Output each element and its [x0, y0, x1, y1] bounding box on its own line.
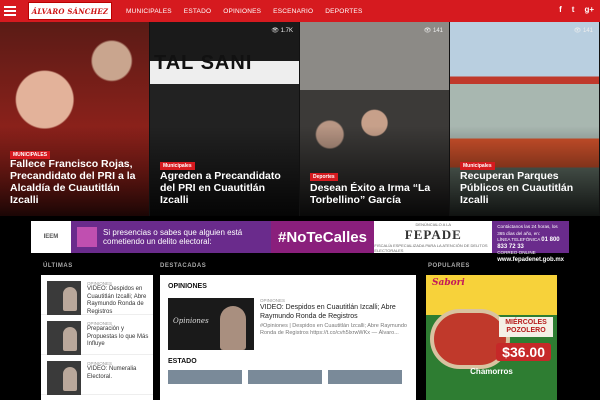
contact-line: Contáctanos las 24 horas, los 365 días d…: [497, 224, 558, 236]
featured-section: OPINIONES Opiniones OPINIONES VIDEO: Des…: [160, 275, 416, 400]
nav-item-estado[interactable]: ESTADO: [184, 8, 211, 15]
article-thumbnail[interactable]: [47, 281, 81, 315]
top-navigation-bar: ÁLVARO SÁNCHEZ MUNICIPALES ESTADO OPINIO…: [0, 0, 600, 22]
fepade-badge-icon: [76, 227, 98, 247]
list-item[interactable]: OPINIONES Preparación y Propuestas lo que…: [41, 315, 153, 355]
logo-text: ÁLVARO SÁNCHEZ: [31, 6, 109, 16]
view-count: 👁 141: [573, 28, 593, 34]
hero-title[interactable]: Fallece Francisco Rojas, Precandidato de…: [10, 158, 141, 206]
social-links: f t g+: [559, 5, 594, 14]
nav-item-deportes[interactable]: DEPORTES: [325, 8, 362, 15]
banner-text: Si presencias o sabes que alguien está c…: [103, 228, 243, 246]
hero-card[interactable]: 👁 141 Deportes Desean Éxito a Irma “La T…: [300, 22, 450, 216]
article-title[interactable]: VIDEO: Despidos en Cuautitlán Izcalli; A…: [260, 304, 408, 321]
google-plus-icon[interactable]: g+: [584, 5, 594, 14]
article-excerpt: #Opiniones | Despidos en Cuautitlán Izca…: [260, 323, 407, 336]
article-thumbnail[interactable]: [248, 370, 322, 384]
fepade-subtitle: FISCALÍA ESPECIALIZADA PARA LA ATENCIÓN …: [374, 242, 488, 253]
banner-contact: Contáctanos las 24 horas, los 365 días d…: [492, 221, 569, 263]
article-thumbnail[interactable]: [47, 321, 81, 355]
hamburger-menu-icon[interactable]: [4, 4, 18, 18]
column-heading-featured: DESTACADAS: [160, 263, 207, 269]
ad-footer-text: Chamorros: [470, 367, 513, 376]
list-item[interactable]: OPINIONES VIDEO: Despidos en Cuautitlán I…: [41, 275, 153, 315]
hero-news-grid: MUNICIPALES Fallece Francisco Rojas, Pre…: [0, 22, 600, 216]
banner-hashtag: #NoTeCalles: [270, 221, 375, 253]
featured-article[interactable]: Opiniones OPINIONES VIDEO: Despidos en C…: [168, 298, 408, 350]
hero-title[interactable]: Agreden a Precandidato del PRI en Cuauti…: [160, 170, 291, 206]
section-heading-estado[interactable]: ESTADO: [168, 358, 408, 365]
latest-news-list: OPINIONES VIDEO: Despidos en Cuautitlán I…: [41, 275, 153, 400]
twitter-icon[interactable]: t: [572, 5, 575, 14]
article-thumbnail[interactable]: [328, 370, 402, 384]
view-count: 👁 1.7K: [271, 28, 293, 34]
banner-message: Si presencias o sabes que alguien está c…: [70, 221, 271, 253]
storefront-sign: TAL SANI: [154, 52, 253, 74]
ad-promo-day: MIÉRCOLES POZOLERO: [499, 317, 553, 337]
ieem-logo: IEEM: [31, 221, 71, 253]
article-title[interactable]: Preparación y Propuestas lo que Más Infl…: [87, 326, 149, 349]
nav-item-opiniones[interactable]: OPINIONES: [223, 8, 261, 15]
article-thumbnail[interactable]: [168, 370, 242, 384]
contact-web-row: CORREO ONLINE www.fepadenet.gob.mx: [497, 250, 564, 263]
column-heading-popular: POPULARES: [428, 263, 470, 269]
contact-web: www.fepadenet.gob.mx: [497, 256, 564, 263]
fepade-ad-banner[interactable]: IEEM Si presencias o sabes que alguien e…: [31, 221, 569, 263]
hero-card[interactable]: MUNICIPALES Fallece Francisco Rojas, Pre…: [0, 22, 150, 216]
contact-phone-row: LÍNEA TELEFÓNICA 01 800 833 72 33: [497, 237, 564, 250]
category-badge[interactable]: Municipales: [460, 162, 495, 170]
hero-card[interactable]: 👁 141 Municipales Recuperan Parques Públ…: [450, 22, 600, 216]
estado-thumbnails: [168, 370, 408, 384]
view-count: 👁 141: [423, 28, 443, 34]
ad-restaurant-name: Sabori: [432, 278, 465, 288]
nav-item-municipales[interactable]: MUNICIPALES: [126, 8, 172, 15]
contact-web-label: CORREO ONLINE: [497, 250, 536, 255]
site-logo[interactable]: ÁLVARO SÁNCHEZ: [28, 2, 112, 20]
category-badge[interactable]: Municipales: [160, 162, 195, 170]
contact-phone-label: LÍNEA TELEFÓNICA: [497, 237, 541, 242]
nav-item-escenario[interactable]: ESCENARIO: [273, 8, 313, 15]
facebook-icon[interactable]: f: [559, 5, 562, 14]
article-category[interactable]: OPINIONES: [260, 298, 408, 303]
section-heading-opiniones[interactable]: OPINIONES: [168, 283, 408, 290]
thumbnail-label: Opiniones: [173, 317, 209, 325]
hero-title[interactable]: Recuperan Parques Públicos en Cuautitlán…: [460, 170, 591, 206]
hero-card[interactable]: TAL SANI 👁 1.7K Municipales Agreden a Pr…: [150, 22, 300, 216]
article-title[interactable]: VIDEO: Despidos en Cuautitlán Izcalli; A…: [87, 286, 149, 316]
hero-title[interactable]: Desean Éxito a Irma “La Torbellino” Garc…: [310, 182, 441, 206]
popular-ad[interactable]: Sabori MIÉRCOLES POZOLERO $36.00 Chamorr…: [426, 275, 557, 400]
main-menu: MUNICIPALES ESTADO OPINIONES ESCENARIO D…: [126, 8, 375, 15]
article-thumbnail[interactable]: [47, 361, 81, 395]
fepade-logo: DENÚNCIALO A LA FEPADE FISCALÍA ESPECIAL…: [374, 221, 493, 253]
column-heading-latest: ÚLTIMAS: [43, 263, 73, 269]
ad-price: $36.00: [496, 343, 551, 361]
list-item[interactable]: OPINIONES VIDEO: Numeralia Electoral.: [41, 355, 153, 395]
article-title[interactable]: VIDEO: Numeralia Electoral.: [87, 366, 149, 381]
category-badge[interactable]: Deportes: [310, 173, 338, 181]
fepade-name: FEPADE: [404, 226, 462, 242]
featured-thumbnail[interactable]: Opiniones: [168, 298, 254, 350]
